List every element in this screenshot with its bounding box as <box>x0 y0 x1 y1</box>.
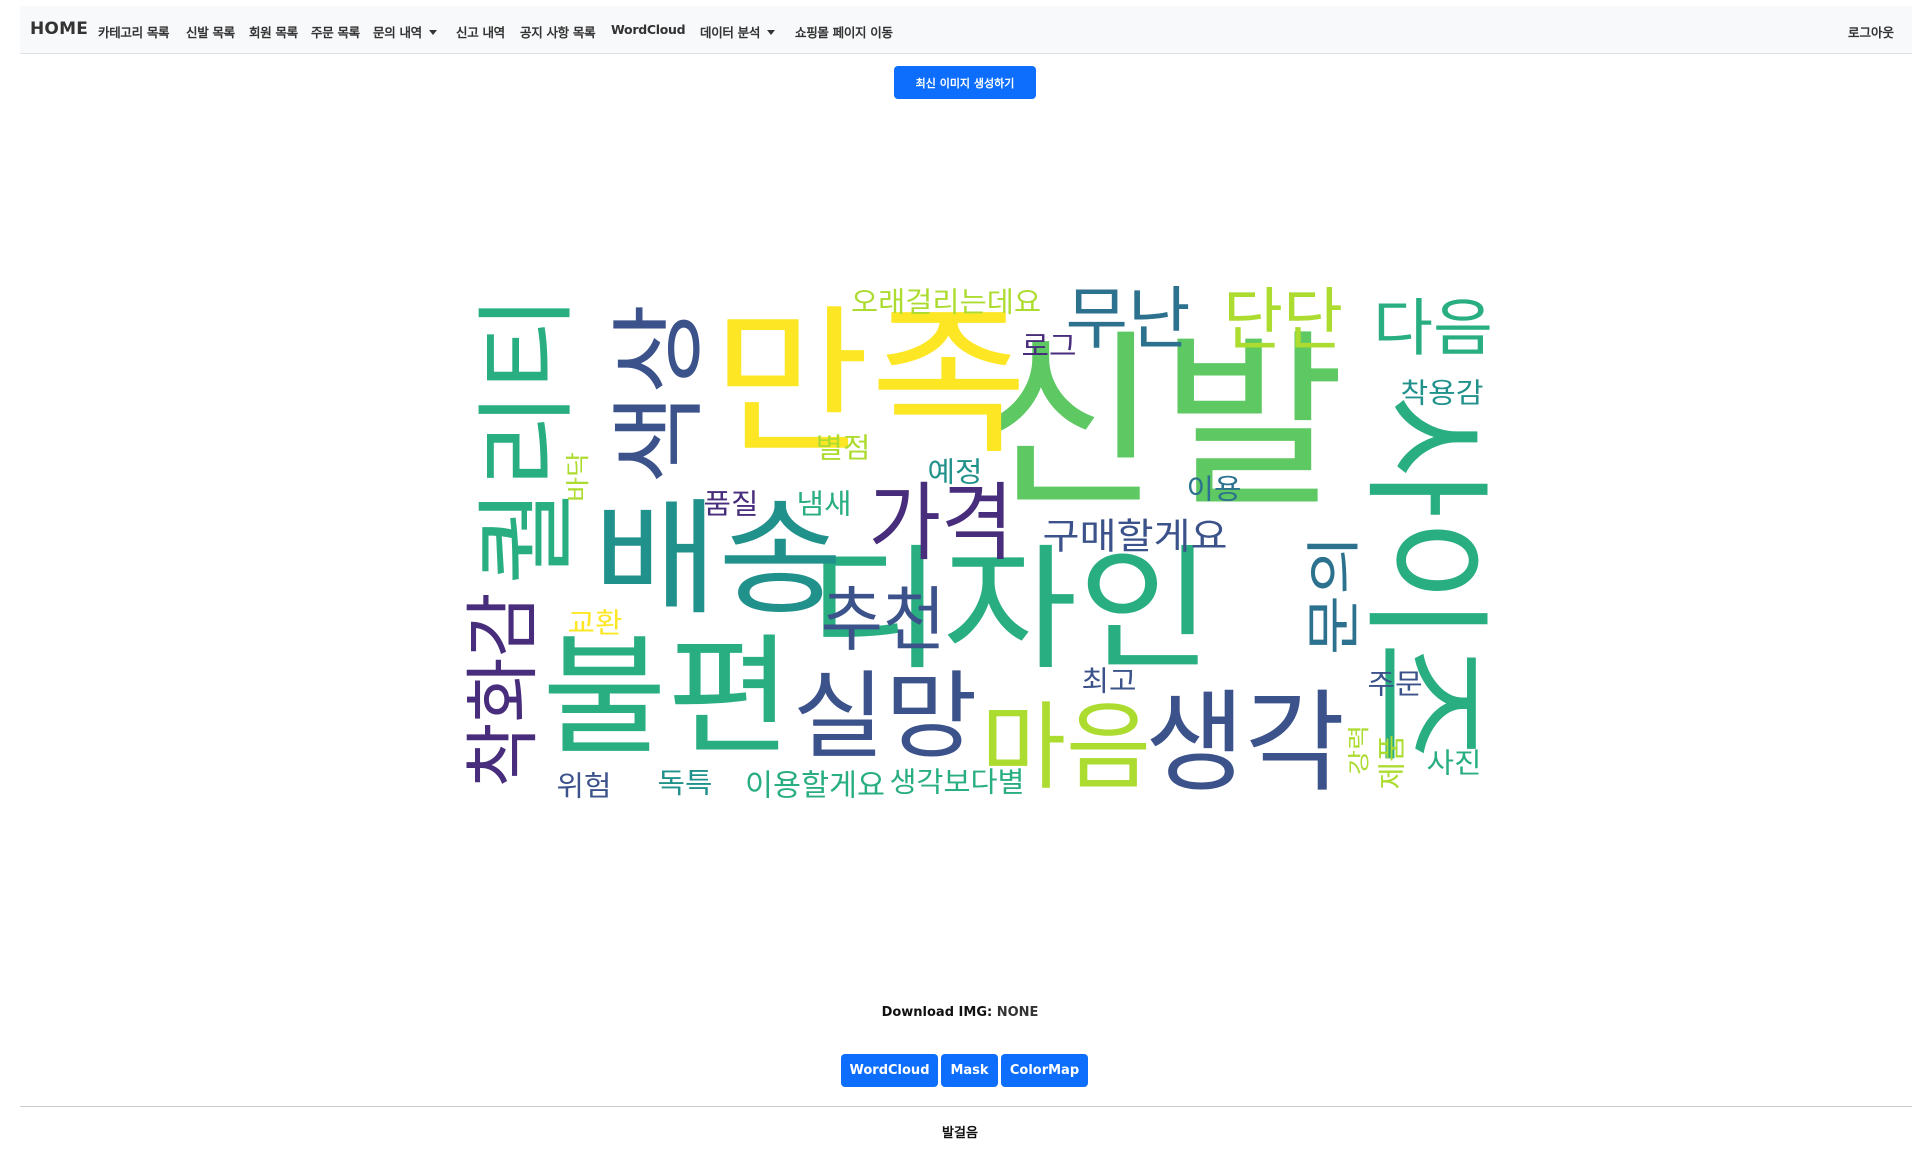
word-manjok: 만족 <box>713 290 1028 477</box>
generate-latest-image-button[interactable]: 최신 이미지 생성하기 <box>894 66 1036 99</box>
word-silmang: 실망 <box>793 662 978 772</box>
nav-data-analysis-dropdown[interactable]: 데이터 분석 <box>700 22 776 41</box>
word-bulpyeon: 불편 <box>542 621 792 773</box>
word-byeoljeom: 별점 <box>816 432 871 465</box>
download-label: Download IMG: <box>881 1005 993 1020</box>
nav-label: 신발 목록 <box>186 25 235 40</box>
nav-label: 데이터 분석 <box>700 25 761 40</box>
nav-wordcloud[interactable]: WordCloud <box>611 22 686 37</box>
word-yejeong: 예정 <box>928 456 983 489</box>
caret-down-icon <box>767 30 776 35</box>
footer-divider <box>20 1106 1912 1107</box>
logout-link[interactable]: 로그아웃 <box>1848 22 1894 41</box>
nav-category-list[interactable]: 카테고리 목록 <box>98 22 170 41</box>
word-munui: 문의 <box>1302 535 1366 655</box>
nav-label: WordCloud <box>611 22 686 37</box>
nav-report-list[interactable]: 신고 내역 <box>456 22 505 41</box>
nav-label: 신고 내역 <box>456 25 505 40</box>
home-link[interactable]: HOME <box>30 19 88 39</box>
nav-label: 회원 목록 <box>249 25 298 40</box>
word-iyonghalgeyo: 이용할게요 <box>745 769 885 804</box>
nav-notice-list[interactable]: 공지 사항 목록 <box>520 22 596 41</box>
word-jepum: 제품 <box>1376 735 1409 790</box>
word-size: 사이즈 <box>1349 395 1501 765</box>
word-saenggak: 생각 <box>1145 679 1345 807</box>
word-saeksang: 색상 <box>605 304 715 484</box>
word-maeum: 마음 <box>981 693 1151 803</box>
word-dandan: 단단 <box>1223 282 1343 361</box>
word-sinbal: 신발 <box>975 313 1345 534</box>
nav-label: 주문 목록 <box>311 25 360 40</box>
word-pumjil: 품질 <box>704 488 759 521</box>
word-badak: 바닥 <box>564 452 592 502</box>
word-dokteuk: 독특 <box>658 767 713 800</box>
word-munan: 무난 <box>1066 281 1191 360</box>
footer-brand: 발걸음 <box>942 1126 978 1141</box>
word-design: 디자인 <box>808 532 1213 689</box>
mask-button[interactable]: Mask <box>941 1054 998 1087</box>
caret-down-icon <box>428 30 437 35</box>
word-naemsae: 냄새 <box>797 488 852 521</box>
nav-label: 문의 내역 <box>373 25 422 40</box>
nav-inquiry-dropdown[interactable]: 문의 내역 <box>373 22 437 41</box>
word-gangryeok: 강력 <box>1348 725 1373 775</box>
word-jumun: 주문 <box>1368 668 1423 701</box>
word-choego: 최고 <box>1082 665 1137 698</box>
word-gagyeok: 가격 <box>869 475 1014 574</box>
wordcloud-button[interactable]: WordCloud <box>841 1054 938 1087</box>
word-logo: 로그 <box>1022 330 1077 363</box>
word-chakhwagam: 착화감 <box>459 593 547 788</box>
download-status: Download IMG: NONE <box>0 1005 1920 1020</box>
wordcloud-image: 신발 만족 디자인 배송 불편 사이즈 퀄리티 생각 마음 실망 색상 착화감 … <box>459 281 1501 808</box>
nav-go-shop[interactable]: 쇼핑몰 페이지 이동 <box>795 22 893 41</box>
word-oraegeollineundeyo: 오래걸리는데요 <box>851 286 1041 319</box>
word-quality: 퀄리티 <box>469 295 586 585</box>
top-navbar: HOME 카테고리 목록 신발 목록 회원 목록 주문 목록 문의 내역 신고 … <box>20 6 1912 54</box>
word-gyohwan: 교환 <box>568 607 623 640</box>
word-chakyonggam: 착용감 <box>1401 377 1484 410</box>
nav-order-list[interactable]: 주문 목록 <box>311 22 360 41</box>
word-iyong: 이용 <box>1187 473 1242 506</box>
colormap-button[interactable]: ColorMap <box>1001 1054 1088 1087</box>
word-daeum: 다음 <box>1373 292 1493 365</box>
word-chucheon: 추천 <box>821 579 946 661</box>
word-sajin: 사진 <box>1427 747 1482 780</box>
word-wiheom: 위험 <box>557 770 612 803</box>
nav-label: 공지 사항 목록 <box>520 25 596 40</box>
nav-shoe-list[interactable]: 신발 목록 <box>186 22 235 41</box>
nav-member-list[interactable]: 회원 목록 <box>249 22 298 41</box>
nav-label: 카테고리 목록 <box>98 25 170 40</box>
nav-label: 쇼핑몰 페이지 이동 <box>795 25 893 40</box>
word-gumaehalgeyo: 구매할게요 <box>1043 517 1228 558</box>
word-saenggakbodabyeol: 생각보다별 <box>890 766 1025 799</box>
word-baesong: 배송 <box>593 488 843 633</box>
download-link[interactable]: NONE <box>997 1005 1039 1020</box>
